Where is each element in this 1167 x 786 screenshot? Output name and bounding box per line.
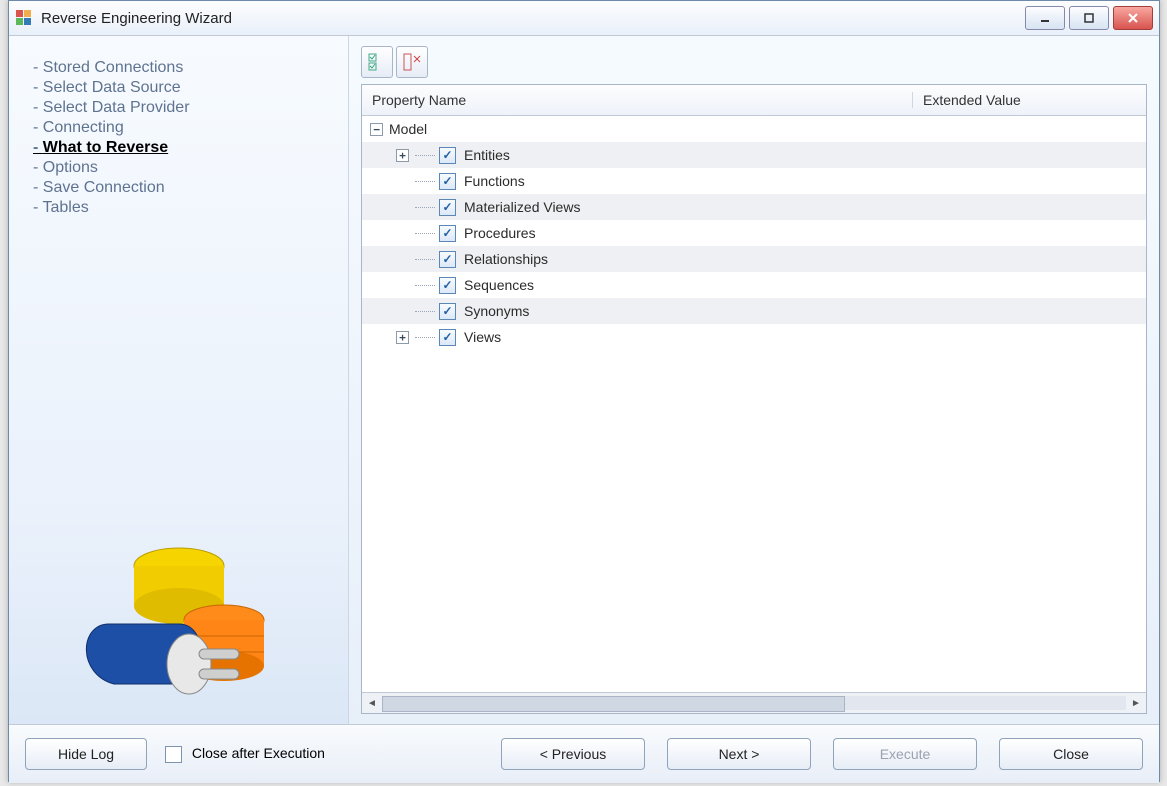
scroll-track[interactable] [382,696,1126,710]
check-all-button[interactable]: check-all [361,46,393,78]
tree-item[interactable]: Procedures [362,220,1146,246]
tree-item-label: Procedures [464,225,536,241]
tree-connector [415,259,435,260]
close-after-execution-checkbox[interactable] [165,746,182,763]
wizard-main-panel: check-all uncheck-all Property Name Exte… [349,36,1159,724]
tree-item[interactable]: Synonyms [362,298,1146,324]
title-bar: Reverse Engineering Wizard [9,1,1159,36]
grid-header: Property Name Extended Value [362,85,1146,116]
tree-connector [415,233,435,234]
tree-root-label: Model [389,121,427,137]
wizard-steps-sidebar: Stored ConnectionsSelect Data SourceSele… [9,36,349,724]
tree-item-label: Sequences [464,277,534,293]
tree-item[interactable]: Sequences [362,272,1146,298]
close-after-execution-option[interactable]: Close after Execution [165,745,325,763]
close-button[interactable]: Close [999,738,1143,770]
wizard-step[interactable]: Select Data Provider [33,98,330,118]
wizard-window: Reverse Engineering Wizard Stored Connec… [8,0,1160,782]
expand-icon[interactable]: + [396,331,409,344]
execute-button[interactable]: Execute [833,738,977,770]
app-icon [15,9,33,27]
close-after-execution-label: Close after Execution [192,745,325,761]
wizard-footer: Hide Log Close after Execution < Previou… [9,724,1159,783]
uncheck-all-button[interactable]: uncheck-all [396,46,428,78]
tree-item-checkbox[interactable] [439,303,456,320]
wizard-step[interactable]: Stored Connections [33,58,330,78]
column-property-name[interactable]: Property Name [362,92,913,108]
tree-item[interactable]: + Entities [362,142,1146,168]
tree-connector [415,181,435,182]
column-extended-value[interactable]: Extended Value [913,92,1146,108]
window-title: Reverse Engineering Wizard [41,10,232,27]
tree-item-checkbox[interactable] [439,329,456,346]
tree-connector [415,207,435,208]
tree-item-label: Functions [464,173,525,189]
tree-item[interactable]: Materialized Views [362,194,1146,220]
wizard-step[interactable]: Select Data Source [33,78,330,98]
wizard-body: Stored ConnectionsSelect Data SourceSele… [9,36,1159,724]
horizontal-scrollbar[interactable]: ◄ ► [362,692,1146,713]
tree-item-checkbox[interactable] [439,225,456,242]
tree-item-checkbox[interactable] [439,147,456,164]
tree-item-checkbox[interactable] [439,277,456,294]
tree-item-checkbox[interactable] [439,173,456,190]
properties-grid: Property Name Extended Value −Model + Enti… [361,84,1147,714]
wizard-step[interactable]: What to Reverse [33,138,330,158]
scroll-right-button[interactable]: ► [1126,693,1146,713]
minimize-button[interactable] [1025,6,1065,30]
scroll-left-button[interactable]: ◄ [362,693,382,713]
wizard-step[interactable]: Save Connection [33,178,330,198]
sidebar-decoration-image [69,534,289,714]
grid-body: −Model + Entities Functions Materialized Vie… [362,116,1146,692]
wizard-step[interactable]: Connecting [33,118,330,138]
scroll-thumb[interactable] [382,696,845,712]
expand-icon[interactable]: + [396,149,409,162]
grid-toolbar: check-all uncheck-all [361,46,1147,78]
tree-connector [415,155,435,156]
tree-item[interactable]: Functions [362,168,1146,194]
tree-item-checkbox[interactable] [439,199,456,216]
tree-root[interactable]: −Model [362,116,1146,142]
hide-log-button[interactable]: Hide Log [25,738,147,770]
wizard-step[interactable]: Options [33,158,330,178]
maximize-button[interactable] [1069,6,1109,30]
previous-button[interactable]: < Previous [501,738,645,770]
tree-item-label: Relationships [464,251,548,267]
tree-item[interactable]: Relationships [362,246,1146,272]
tree-item-checkbox[interactable] [439,251,456,268]
tree-item-label: Entities [464,147,510,163]
window-buttons [1025,6,1153,30]
collapse-icon[interactable]: − [370,123,383,136]
close-window-button[interactable] [1113,6,1153,30]
tree-connector [415,311,435,312]
tree-connector [415,285,435,286]
tree-connector [415,337,435,338]
wizard-steps-list: Stored ConnectionsSelect Data SourceSele… [33,58,330,218]
next-button[interactable]: Next > [667,738,811,770]
wizard-step[interactable]: Tables [33,198,330,218]
tree-item-label: Synonyms [464,303,529,319]
tree-item[interactable]: + Views [362,324,1146,350]
tree-item-label: Materialized Views [464,199,580,215]
tree-item-label: Views [464,329,501,345]
